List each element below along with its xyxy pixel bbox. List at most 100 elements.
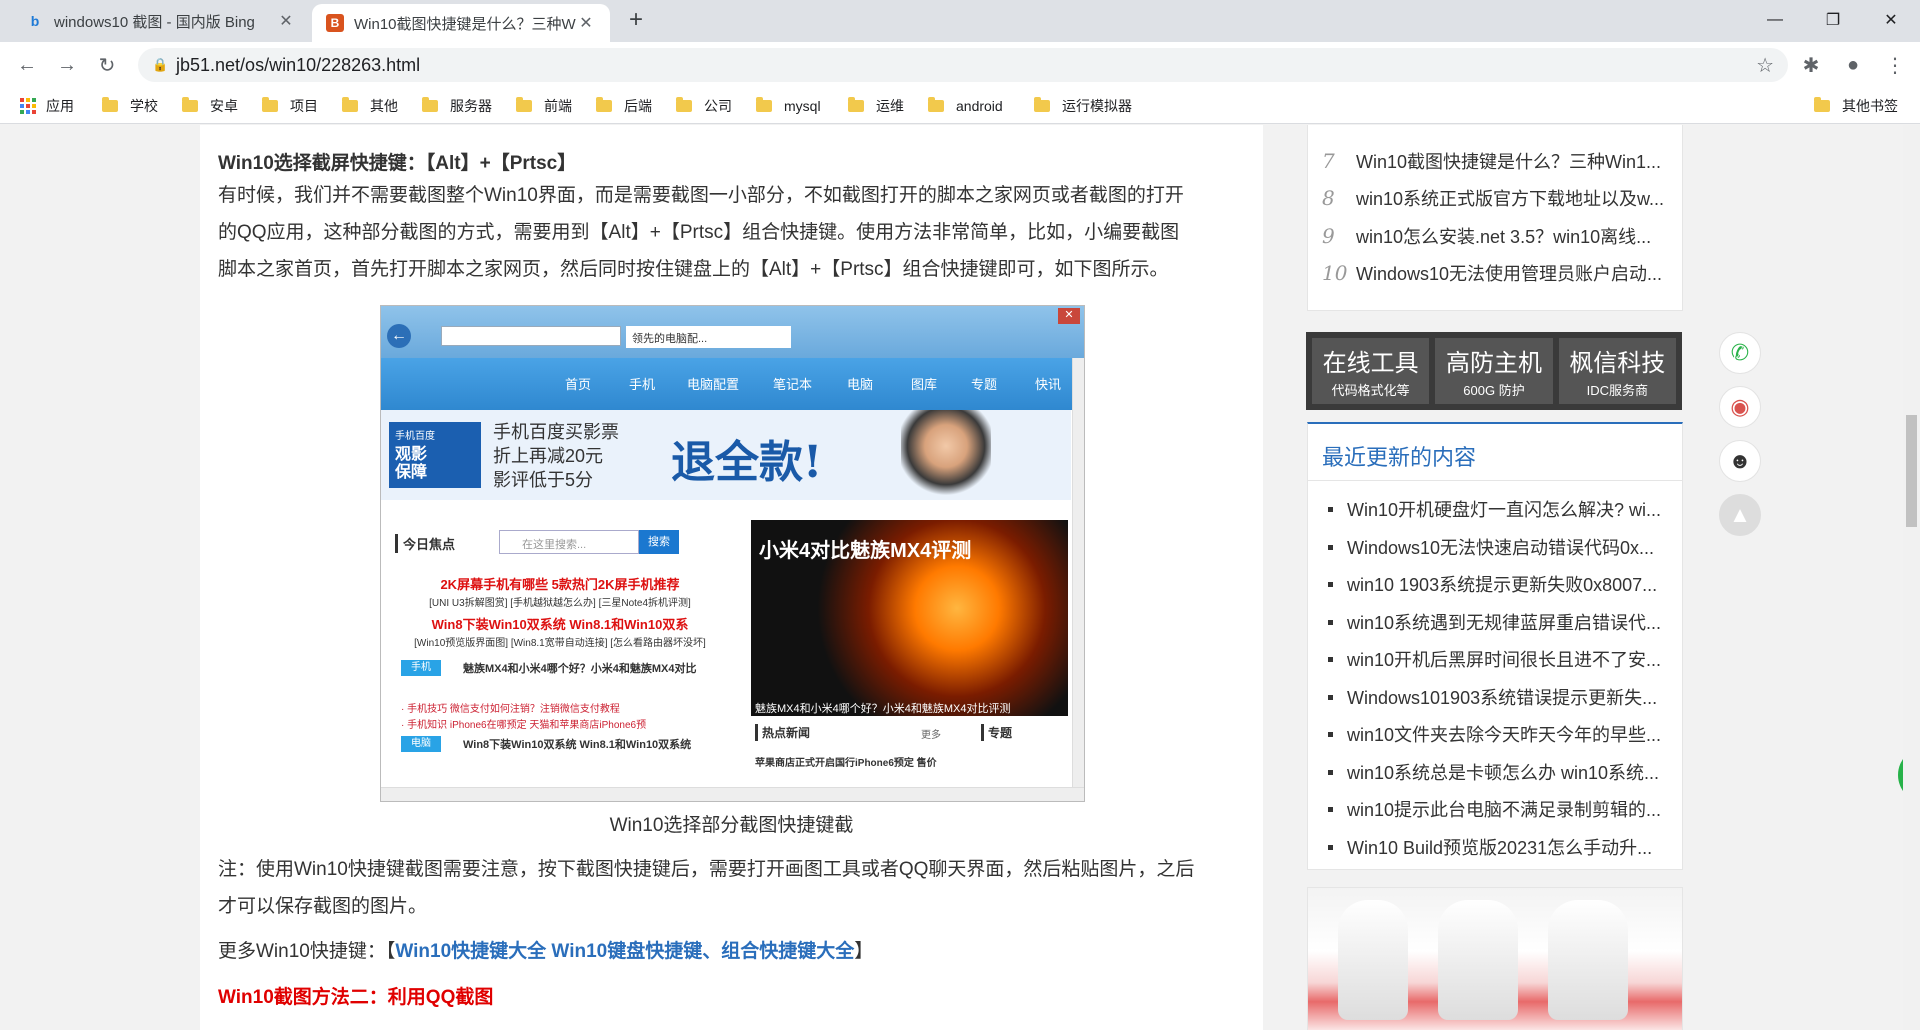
ie-banner: 手机百度 观影 保障 手机百度买影票 折上再减20元 影评低于5分 退全款! (381, 410, 1071, 500)
menu-icon[interactable]: ⋮ (1880, 50, 1910, 80)
recent-updates: 最近更新的内容 Win10开机硬盘灯一直闪怎么解决? wi... Windows… (1307, 422, 1683, 870)
ie-back-icon: ← (387, 324, 411, 348)
section-heading: Win10选择截屏快捷键：【Alt】+【Prtsc】 (218, 153, 577, 174)
minimize-button[interactable]: — (1746, 0, 1804, 40)
community-icon[interactable]: ☻ (1719, 440, 1761, 482)
url-text: jb51.net/os/win10/228263.html (176, 54, 421, 75)
more-shortcuts-line: 更多Win10快捷键：【Win10快捷键大全 Win10键盘快捷键、组合快捷键大… (218, 933, 1248, 970)
folder-icon (848, 97, 864, 112)
ie-tip: · 手机技巧 微信支付如何注销？注销微信支付教程 (401, 704, 620, 715)
bookmark-label: 运行模拟器 (1062, 98, 1132, 114)
rank-number: 7 (1322, 149, 1335, 173)
tab-jb51[interactable]: B Win10截图快捷键是什么？三种Win10 ✕ (312, 4, 610, 42)
shortcuts-link[interactable]: Win10快捷键大全 Win10键盘快捷键、组合快捷键大全 (395, 941, 854, 962)
ad-tile[interactable]: 高防主机 600G 防护 (1435, 338, 1553, 404)
ie-nav-item: 图库 (911, 377, 938, 392)
clipped-item (1322, 125, 1662, 138)
profile-icon[interactable]: ● (1838, 50, 1868, 80)
bookmark-folder[interactable]: 后端 (596, 88, 652, 124)
bookmark-folder[interactable]: 服务器 (422, 88, 492, 124)
ie-topic-title: 专题 (981, 724, 1012, 741)
forward-icon[interactable]: → (52, 50, 82, 80)
recent-item[interactable]: win10 1903系统提示更新失败0x8007... (1328, 571, 1657, 597)
recent-text: win10系统遇到无规律蓝屏重启错误代... (1347, 613, 1662, 633)
ad-image[interactable] (1307, 887, 1683, 1030)
address-bar[interactable]: 🔒 jb51.net/os/win10/228263.html ☆ (138, 48, 1788, 82)
bookmark-folder[interactable]: 项目 (262, 88, 318, 124)
new-tab-button[interactable]: + (622, 6, 650, 34)
recent-item[interactable]: win10系统总是卡顿怎么办 win10系统... (1328, 759, 1659, 785)
ie-item: Win8下装Win10双系统 Win8.1和Win10双系统 (463, 739, 692, 751)
bookmark-star-icon[interactable]: ☆ (1756, 53, 1774, 78)
back-icon[interactable]: ← (12, 50, 42, 80)
recent-item[interactable]: Windows10无法快速启动错误代码0x... (1328, 534, 1654, 560)
ad-tile[interactable]: 在线工具 代码格式化等 (1312, 338, 1430, 404)
page-scrollbar[interactable] (1903, 125, 1920, 1030)
rank-item[interactable]: 9 win10怎么安装.net 3.5？win10离线... (1322, 223, 1651, 249)
recent-item[interactable]: win10系统遇到无规律蓝屏重启错误代... (1328, 609, 1661, 635)
ie-headline: Win8下装Win10双系统 Win8.1和Win10双系 (431, 617, 689, 632)
close-window-button[interactable]: ✕ (1862, 0, 1920, 40)
recent-item[interactable]: win10提示此台电脑不满足录制剪辑的... (1328, 796, 1661, 822)
bookmark-label: 运维 (876, 98, 904, 114)
maximize-button[interactable]: ❐ (1804, 0, 1862, 40)
rank-item[interactable]: 8 win10系统正式版官方下载地址以及w... (1322, 185, 1664, 211)
bookmark-folder[interactable]: mysql (756, 88, 821, 124)
wechat-icon[interactable]: ✆ (1719, 332, 1761, 374)
bookmark-folder[interactable]: 学校 (102, 88, 158, 124)
recent-item[interactable]: Win10开机硬盘灯一直闪怎么解决? wi... (1328, 496, 1661, 522)
bookmark-folder[interactable]: 前端 (516, 88, 572, 124)
tab-title: windows10 截图 - 国内版 Bing (54, 13, 255, 31)
bookmark-folder[interactable]: 运行模拟器 (1034, 88, 1132, 124)
recent-text: Win10开机硬盘灯一直闪怎么解决? wi... (1347, 500, 1662, 520)
divider (1308, 480, 1682, 481)
bookmark-folder[interactable]: 运维 (848, 88, 904, 124)
recent-item[interactable]: Windows101903系统错误提示更新失... (1328, 684, 1657, 710)
folder-icon (262, 97, 278, 112)
back-to-top-icon[interactable]: ▲ (1719, 494, 1761, 536)
bookmark-folder[interactable]: 公司 (676, 88, 732, 124)
ad-tile[interactable]: 枫信科技 IDC服务商 (1558, 338, 1676, 404)
bookmark-label: 公司 (704, 98, 732, 114)
recent-title: 最近更新的内容 (1322, 445, 1477, 470)
rank-item[interactable]: 7 Win10截图快捷键是什么？三种Win1... (1322, 148, 1661, 174)
folder-icon (1034, 97, 1050, 112)
scrollbar-thumb[interactable] (1906, 415, 1917, 527)
folder-icon (182, 97, 198, 112)
weibo-icon[interactable]: ◉ (1719, 386, 1761, 428)
ie-feature-caption: 魅族MX4和小米4哪个好？小米4和魅族MX4对比评测 (755, 703, 1011, 715)
rank-number: 8 (1322, 186, 1335, 210)
bookmark-folder[interactable]: android (928, 88, 1003, 124)
recent-item[interactable]: Win10 Build预览版20231怎么手动升... (1328, 834, 1652, 860)
ie-nav-item: 笔记本 (773, 377, 813, 392)
close-tab-icon[interactable]: ✕ (276, 11, 296, 31)
tab-bing[interactable]: b windows10 截图 - 国内版 Bing ✕ (12, 0, 310, 42)
more-suffix: 】 (854, 941, 874, 962)
close-tab-icon[interactable]: ✕ (576, 13, 596, 33)
rank-item[interactable]: 10 Windows10无法使用管理员账户启动... (1322, 260, 1662, 286)
ie-vscrollbar (1072, 358, 1084, 788)
bookmark-apps[interactable]: 应用 (20, 88, 74, 124)
badge-line: 观影 (395, 446, 428, 463)
bullet (1328, 581, 1333, 587)
browser-toolbar: ← → ↻ 🔒 jb51.net/os/win10/228263.html ☆ … (0, 42, 1920, 88)
ad-title: 枫信科技 (1569, 350, 1666, 377)
article-screenshot: ← 领先的电脑配... ✕ 首页 手机 电脑配置 笔记本 电脑 图库 专题 快讯… (380, 305, 1085, 802)
bullet (1328, 694, 1333, 700)
extensions-icon[interactable]: ✱ (1796, 50, 1826, 80)
ie-news-item: 苹果商店正式开启国行iPhone6预定 售价 (755, 758, 937, 769)
recent-item[interactable]: win10开机后黑屏时间很长且进不了安... (1328, 646, 1661, 672)
apps-icon (20, 98, 36, 114)
bookmark-label: 项目 (290, 98, 318, 114)
bookmark-folder[interactable]: 其他 (342, 88, 398, 124)
bookmark-folder[interactable]: 安卓 (182, 88, 238, 124)
ie-nav-item: 专题 (971, 377, 998, 392)
ad-subtitle: 600G 防护 (1463, 383, 1525, 398)
banner-line: 手机百度买影票 (493, 422, 619, 442)
bullet (1328, 844, 1333, 850)
folder-icon (342, 97, 358, 112)
ie-nav-item: 首页 (565, 377, 592, 392)
other-bookmarks[interactable]: 其他书签 (1814, 88, 1898, 124)
reload-icon[interactable]: ↻ (92, 50, 122, 80)
recent-item[interactable]: win10文件夹去除今天昨天今年的早些... (1328, 721, 1661, 747)
